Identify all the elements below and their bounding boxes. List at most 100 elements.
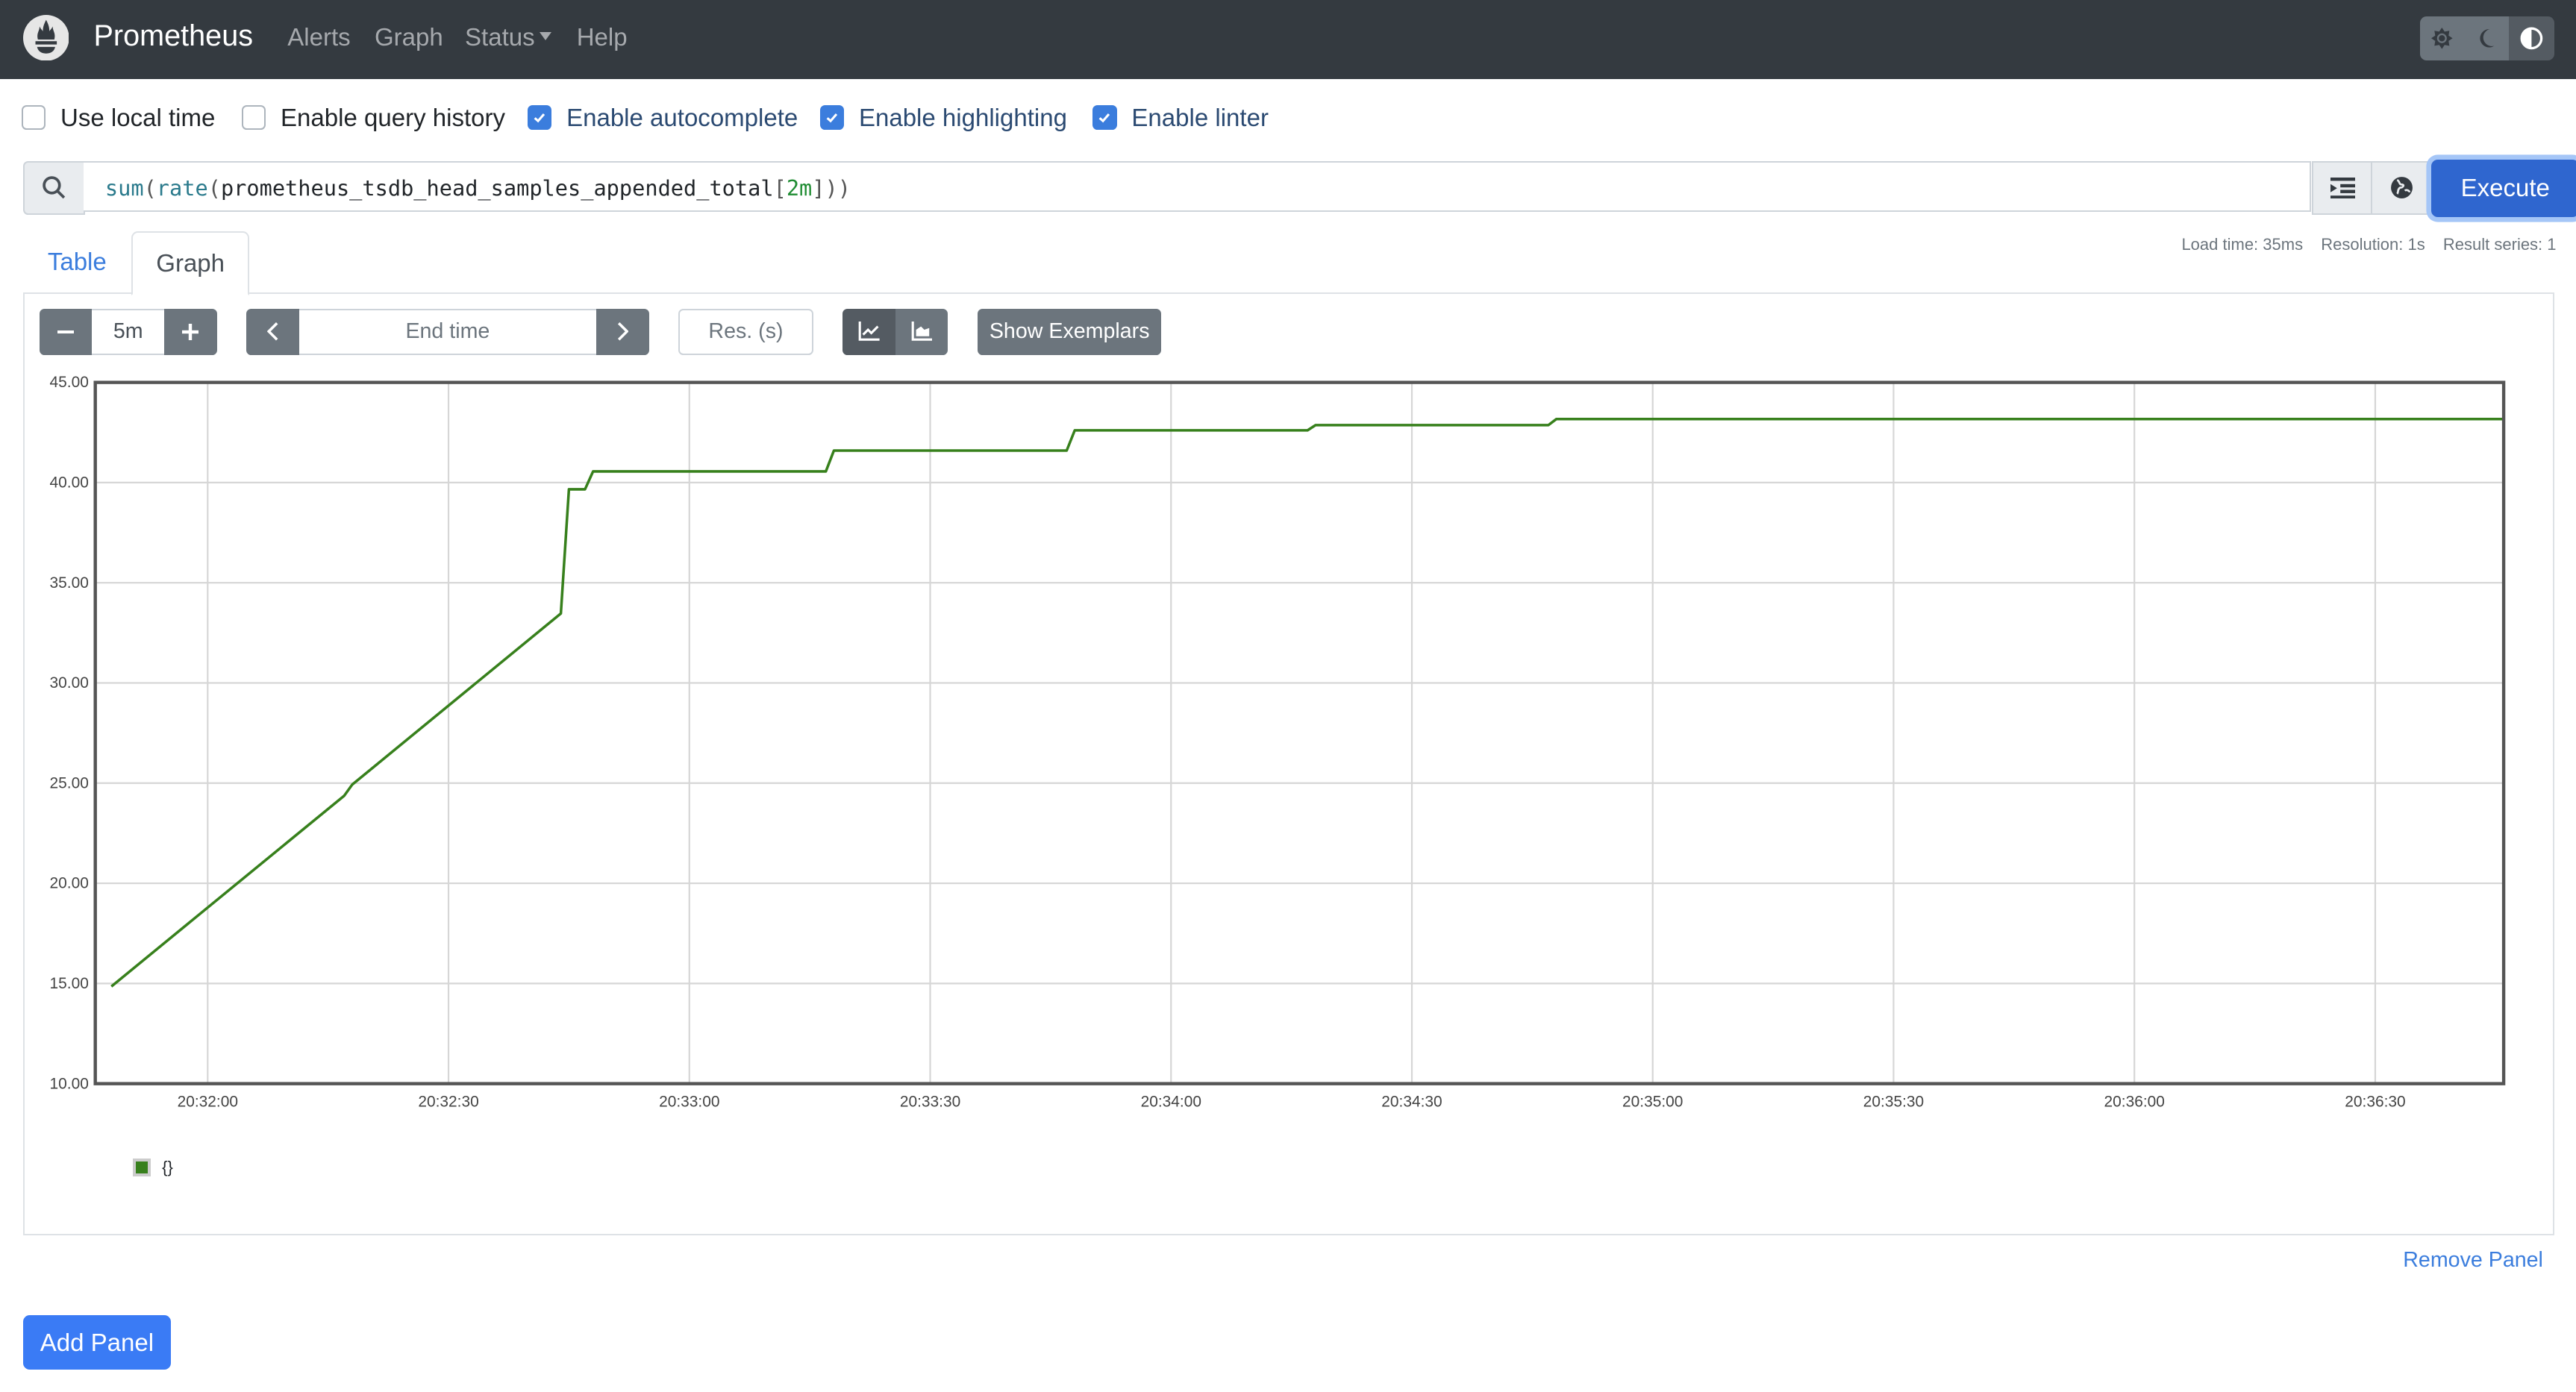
x-tick-label: 20:33:00 — [659, 1094, 719, 1111]
execute-button[interactable]: Execute — [2431, 159, 2576, 217]
y-tick-label: 30.00 — [50, 674, 89, 692]
token-function: rate — [156, 175, 208, 201]
y-tick-label: 35.00 — [50, 574, 89, 592]
globe-icon — [2390, 177, 2413, 199]
option-label: Enable linter — [1131, 103, 1269, 131]
token-bracket: ] — [812, 175, 825, 201]
expression-input[interactable]: sum(rate(prometheus_tsdb_head_samples_ap… — [84, 160, 2312, 212]
caret-down-icon — [540, 32, 552, 41]
time-series-chart[interactable]: 10.00 15.00 20.00 25.00 30.00 35.00 40.00 45.00… — [0, 361, 2576, 1133]
tab-table[interactable]: Table — [23, 231, 131, 292]
indent-icon — [2330, 177, 2355, 199]
option-enable-highlighting[interactable]: Enable highlighting — [819, 104, 1067, 132]
x-tick-label: 20:32:30 — [418, 1094, 478, 1111]
next-time-button[interactable] — [596, 308, 649, 355]
plus-icon — [182, 323, 199, 340]
brand-title[interactable]: Prometheus — [93, 19, 253, 53]
range-input[interactable]: 5m — [92, 308, 165, 355]
moon-icon — [2480, 29, 2495, 48]
checkmark-icon — [534, 113, 545, 123]
tab-graph[interactable]: Graph — [131, 231, 250, 295]
theme-toggle-group — [2419, 16, 2555, 61]
checkbox-checked[interactable] — [819, 105, 845, 130]
series-line — [110, 418, 2504, 988]
stacked-mode-button[interactable] — [895, 308, 948, 355]
token-metric: prometheus_tsdb_head_samples_appended_to… — [220, 175, 774, 201]
query-bar: sum(rate(prometheus_tsdb_head_samples_ap… — [22, 159, 2576, 217]
checkbox-unchecked[interactable] — [241, 105, 266, 130]
x-axis: 20:32:00 20:32:30 20:33:00 20:33:30 20:34:00… — [178, 1094, 2406, 1111]
token-duration: 2m — [786, 175, 813, 201]
option-enable-linter[interactable]: Enable linter — [1092, 104, 1269, 132]
format-expression-button[interactable] — [2311, 160, 2374, 215]
x-tick-label: 20:34:00 — [1141, 1094, 1201, 1111]
result-series-count: Result series: 1 — [2442, 234, 2557, 254]
y-tick-label: 25.00 — [50, 775, 89, 792]
option-label: Enable query history — [281, 103, 506, 131]
y-axis: 10.00 15.00 20.00 25.00 30.00 35.00 40.00 45.00 — [50, 374, 89, 1093]
nav-status-dropdown[interactable]: Status — [465, 23, 552, 51]
metrics-explorer-button[interactable] — [2370, 160, 2433, 215]
end-time-input[interactable]: End time — [298, 308, 597, 355]
chart-grid — [95, 381, 2504, 1085]
minus-icon — [57, 330, 75, 333]
chart-legend: {} — [133, 1158, 173, 1177]
x-tick-label: 20:35:00 — [1622, 1094, 1683, 1111]
y-tick-label: 40.00 — [50, 474, 89, 492]
nav-alerts[interactable]: Alerts — [287, 23, 350, 51]
x-tick-label: 20:36:00 — [2104, 1094, 2165, 1111]
navbar: Prometheus Alerts Graph Status Help — [0, 0, 2576, 79]
token-function: sum — [104, 175, 144, 201]
search-prefix — [22, 160, 86, 215]
y-tick-label: 20.00 — [50, 875, 89, 892]
checkbox-checked[interactable] — [1092, 105, 1117, 130]
option-enable-autocomplete[interactable]: Enable autocomplete — [527, 104, 798, 132]
chart-mode-toggle — [842, 308, 948, 355]
token-paren: )) — [825, 175, 851, 201]
resolution-info: Resolution: 1s — [2321, 234, 2425, 254]
x-tick-label: 20:35:30 — [1863, 1094, 1924, 1111]
option-label: Use local time — [60, 103, 216, 131]
search-icon — [43, 176, 66, 199]
checkbox-unchecked[interactable] — [21, 105, 46, 130]
checkmark-icon — [1099, 113, 1110, 123]
token-paren: ( — [207, 175, 221, 201]
x-tick-label: 20:36:30 — [2345, 1094, 2405, 1111]
resolution-input[interactable]: Res. (s) — [678, 308, 813, 355]
x-tick-label: 20:32:00 — [178, 1094, 238, 1111]
lines-mode-button[interactable] — [842, 308, 895, 355]
area-chart-icon — [911, 322, 933, 342]
prometheus-logo-icon[interactable] — [22, 14, 69, 61]
increase-range-button[interactable] — [164, 308, 217, 355]
nav-graph[interactable]: Graph — [375, 23, 443, 51]
previous-time-button[interactable] — [246, 308, 299, 355]
range-control: 5m — [39, 308, 217, 355]
load-time: Load time: 35ms — [2181, 234, 2304, 254]
checkbox-checked[interactable] — [527, 105, 552, 130]
legend-swatch[interactable] — [133, 1159, 151, 1176]
browser-default-theme-button[interactable] — [2508, 16, 2555, 61]
x-tick-label: 20:33:30 — [900, 1094, 960, 1111]
dark-theme-button[interactable] — [2464, 16, 2509, 61]
end-time-control: End time — [246, 308, 649, 355]
legend-label[interactable]: {} — [162, 1158, 173, 1177]
show-exemplars-button[interactable]: Show Exemplars — [977, 308, 1162, 355]
option-use-local-time[interactable]: Use local time — [21, 103, 216, 132]
decrease-range-button[interactable] — [39, 308, 93, 355]
token-bracket: [ — [773, 175, 787, 201]
plot-frame — [93, 380, 2506, 1086]
chevron-right-icon — [617, 322, 629, 341]
query-stats: Load time: 35ms Resolution: 1s Result seri… — [2163, 235, 2556, 254]
y-tick-label: 10.00 — [50, 1076, 89, 1093]
y-tick-label: 15.00 — [50, 975, 89, 992]
nav-help[interactable]: Help — [577, 23, 628, 51]
contrast-icon — [2520, 27, 2543, 50]
remove-panel-link[interactable]: Remove Panel — [2403, 1248, 2543, 1273]
option-enable-query-history[interactable]: Enable query history — [241, 103, 506, 132]
light-theme-button[interactable] — [2419, 16, 2465, 61]
checkmark-icon — [826, 113, 838, 123]
chevron-left-icon — [266, 322, 278, 341]
add-panel-button[interactable]: Add Panel — [22, 1315, 171, 1370]
series-layer — [110, 418, 2504, 988]
x-tick-label: 20:34:30 — [1381, 1094, 1442, 1111]
